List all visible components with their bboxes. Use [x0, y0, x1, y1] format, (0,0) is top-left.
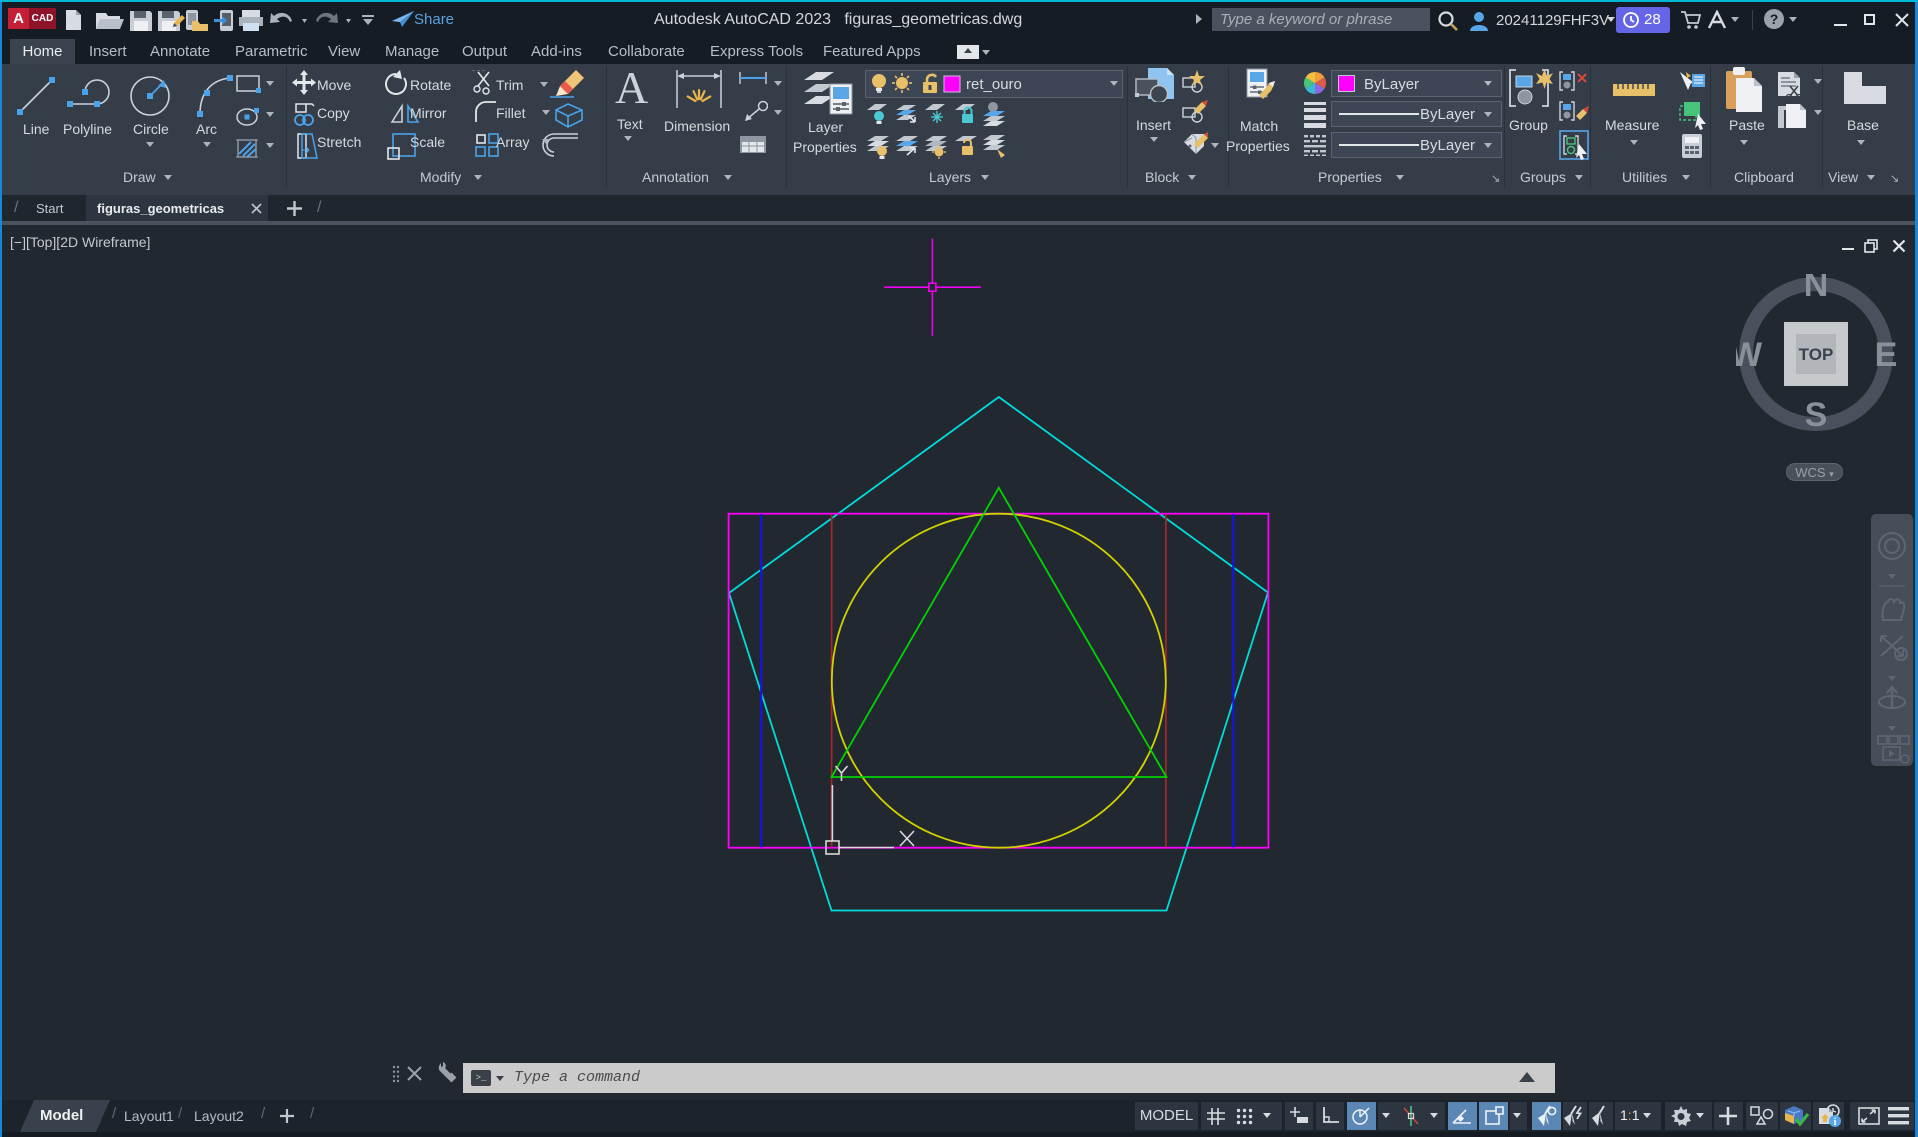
svg-text:i: i	[1834, 1117, 1837, 1128]
